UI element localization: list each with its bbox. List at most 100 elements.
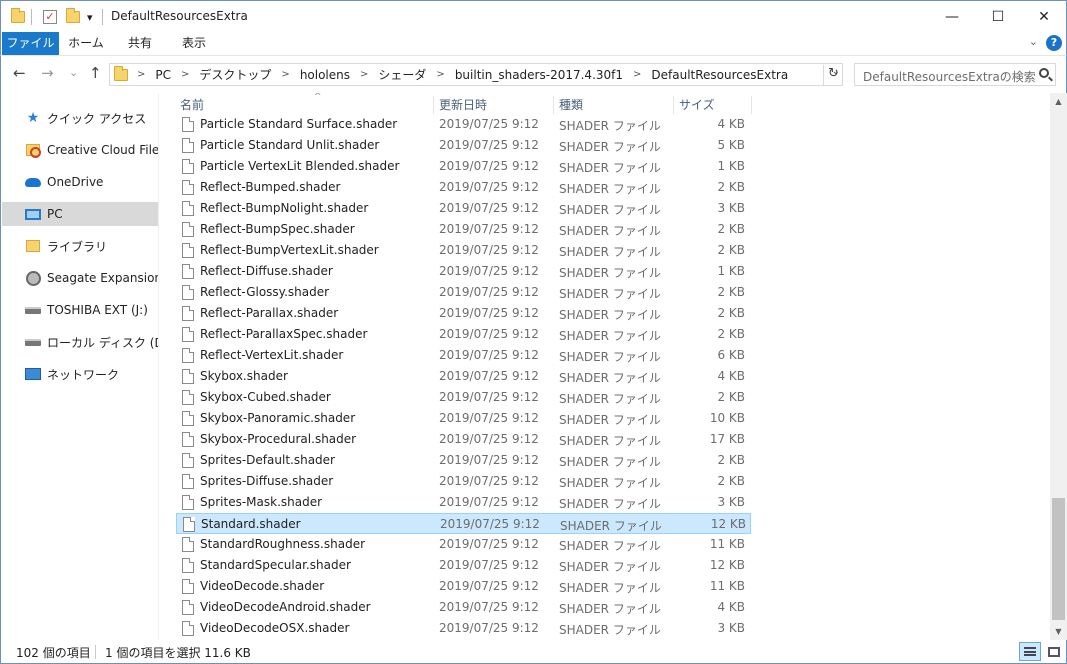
file-name: VideoDecodeOSX.shader — [200, 621, 350, 635]
file-type: SHADER ファイル — [559, 182, 661, 196]
chevron-right-icon[interactable]: > — [431, 69, 449, 80]
address-bar[interactable]: > PC > デスクトップ > hololens > シェーダ > builti… — [109, 63, 843, 86]
file-size: 12 KB — [710, 517, 746, 531]
table-row[interactable]: Particle VertexLit Blended.shader 2019/07… — [176, 156, 751, 177]
search-icon[interactable] — [1039, 68, 1049, 78]
breadcrumb-hololens[interactable]: hololens — [295, 68, 355, 82]
table-row[interactable]: Reflect-BumpVertexLit.shader 2019/07/25 9… — [176, 240, 751, 261]
table-row[interactable]: VideoDecodeOSX.shader 2019/07/25 9:12 SHAD… — [176, 618, 751, 639]
scroll-down-button[interactable]: ▼ — [1050, 623, 1067, 640]
back-button[interactable]: ← — [13, 64, 26, 82]
tab-share[interactable]: 共有 — [113, 32, 167, 55]
breadcrumb-shader[interactable]: シェーダ — [373, 66, 431, 83]
sidebar-item-local-disk[interactable]: ローカル ディスク (D:) — [2, 330, 158, 354]
column-header-name[interactable]: ^ 名前 — [175, 93, 434, 114]
sidebar-item-pc[interactable]: PC — [2, 202, 158, 226]
table-row[interactable]: Particle Standard Unlit.shader 2019/07/25… — [176, 135, 751, 156]
file-size: 4 KB — [717, 369, 745, 383]
properties-icon[interactable]: ✓ — [43, 8, 57, 26]
table-row[interactable]: Reflect-Bumped.shader 2019/07/25 9:12 SHAD… — [176, 177, 751, 198]
breadcrumb-builtin-shaders[interactable]: builtin_shaders-2017.4.30f1 — [450, 68, 628, 82]
table-row[interactable]: Reflect-Diffuse.shader 2019/07/25 9:12 SHA… — [176, 261, 751, 282]
table-row[interactable]: Skybox-Procedural.shader 2019/07/25 9:12 S… — [176, 429, 751, 450]
file-icon — [182, 495, 194, 510]
file-type: SHADER ファイル — [559, 434, 661, 448]
file-icon — [182, 159, 194, 174]
table-row[interactable]: Sprites-Diffuse.shader 2019/07/25 9:12 SHA… — [176, 471, 751, 492]
search-input[interactable]: DefaultResourcesExtraの検索 — [854, 63, 1056, 86]
file-date: 2019/07/25 9:12 — [439, 159, 539, 173]
table-row[interactable]: Particle Standard Surface.shader 2019/07/… — [176, 114, 751, 135]
table-row[interactable]: Sprites-Mask.shader 2019/07/25 9:12 SHADER… — [176, 492, 751, 513]
table-row[interactable]: Reflect-BumpSpec.shader 2019/07/25 9:12 SH… — [176, 219, 751, 240]
details-view-button[interactable] — [1019, 642, 1041, 661]
scroll-up-button[interactable]: ▲ — [1050, 93, 1067, 110]
file-icon — [182, 558, 194, 573]
file-date: 2019/07/25 9:12 — [439, 117, 539, 131]
table-row[interactable]: StandardRoughness.shader 2019/07/25 9:12 S… — [176, 534, 751, 555]
sidebar-item-label: Seagate Expansion Dr — [47, 271, 159, 285]
close-button[interactable]: ✕ — [1021, 1, 1067, 32]
sidebar-item-network[interactable]: ネットワーク — [2, 362, 158, 386]
file-type: SHADER ファイル — [559, 581, 661, 595]
table-row[interactable]: Sprites-Default.shader 2019/07/25 9:12 SHA… — [176, 450, 751, 471]
sidebar-item-quick-access[interactable]: ★ クイック アクセス — [2, 106, 158, 130]
sidebar-item-seagate[interactable]: Seagate Expansion Dr — [2, 266, 158, 290]
file-size: 6 KB — [717, 348, 745, 362]
customize-quick-access-button[interactable]: ▾ — [87, 8, 93, 26]
new-folder-icon[interactable] — [66, 8, 80, 26]
file-size: 2 KB — [717, 306, 745, 320]
table-row[interactable]: Reflect-ParallaxSpec.shader 2019/07/25 9:… — [176, 324, 751, 345]
file-date: 2019/07/25 9:12 — [439, 600, 539, 614]
chevron-right-icon[interactable]: > — [132, 69, 150, 80]
up-button[interactable]: ↑ — [89, 64, 102, 82]
vertical-scrollbar[interactable]: ▲ ▼ — [1050, 93, 1067, 640]
refresh-button[interactable]: ↻ — [823, 65, 843, 85]
file-size: 1 KB — [717, 264, 745, 278]
ribbon-expand-icon[interactable]: ⌄ — [1029, 35, 1038, 48]
file-date: 2019/07/25 9:12 — [439, 558, 539, 572]
file-name: Particle Standard Surface.shader — [200, 117, 398, 131]
table-row[interactable]: VideoDecodeAndroid.shader 2019/07/25 9:12… — [176, 597, 751, 618]
file-type: SHADER ファイル — [559, 245, 661, 259]
ribbon-tabs: ファイル ホーム 共有 表示 ⌄ ? — [0, 32, 1067, 55]
table-row[interactable]: Reflect-Glossy.shader 2019/07/25 9:12 SHAD… — [176, 282, 751, 303]
breadcrumb-pc[interactable]: PC — [150, 68, 176, 82]
table-row[interactable]: Skybox-Panoramic.shader 2019/07/25 9:12 SH… — [176, 408, 751, 429]
file-date: 2019/07/25 9:12 — [439, 348, 539, 362]
recent-locations-button[interactable]: ⌄ — [69, 66, 78, 79]
chevron-right-icon[interactable]: > — [355, 69, 373, 80]
table-row[interactable]: VideoDecode.shader 2019/07/25 9:12 SHADER … — [176, 576, 751, 597]
minimize-button[interactable]: — — [929, 1, 975, 32]
column-header-date[interactable]: 更新日時 — [434, 96, 554, 114]
chevron-right-icon[interactable]: > — [276, 69, 294, 80]
tab-view[interactable]: 表示 — [167, 32, 221, 55]
breadcrumb-current[interactable]: DefaultResourcesExtra — [646, 68, 793, 82]
maximize-button[interactable]: ☐ — [975, 1, 1021, 32]
chevron-right-icon[interactable]: > — [176, 69, 194, 80]
table-row[interactable]: Reflect-Parallax.shader 2019/07/25 9:12 SH… — [176, 303, 751, 324]
table-row[interactable]: Standard.shader 2019/07/25 9:12 SHADER ファイ… — [176, 513, 751, 534]
sidebar-item-onedrive[interactable]: OneDrive — [2, 170, 158, 194]
sidebar-item-toshiba[interactable]: TOSHIBA EXT (J:) — [2, 298, 158, 322]
file-size: 1 KB — [717, 159, 745, 173]
table-row[interactable]: Skybox-Cubed.shader 2019/07/25 9:12 SHADER… — [176, 387, 751, 408]
column-header-type[interactable]: 種類 — [554, 96, 674, 114]
chevron-right-icon[interactable]: > — [628, 69, 646, 80]
tab-file[interactable]: ファイル — [2, 32, 59, 55]
forward-button[interactable]: → — [41, 64, 54, 82]
sidebar-item-creative-cloud[interactable]: Creative Cloud Files — [2, 138, 158, 162]
table-row[interactable]: Skybox.shader 2019/07/25 9:12 SHADER ファイル 4… — [176, 366, 751, 387]
file-icon — [182, 201, 194, 216]
table-row[interactable]: Reflect-BumpNolight.shader 2019/07/25 9:1… — [176, 198, 751, 219]
sidebar-item-label: ライブラリ — [47, 239, 108, 254]
scrollbar-thumb[interactable] — [1052, 498, 1065, 620]
table-row[interactable]: StandardSpecular.shader 2019/07/25 9:12 SH… — [176, 555, 751, 576]
large-icons-view-button[interactable] — [1043, 642, 1065, 661]
breadcrumb-desktop[interactable]: デスクトップ — [194, 66, 276, 83]
help-icon[interactable]: ? — [1046, 35, 1062, 51]
column-header-size[interactable]: サイズ — [674, 96, 752, 114]
sidebar-item-library[interactable]: ライブラリ — [2, 234, 158, 258]
tab-home[interactable]: ホーム — [59, 32, 113, 55]
table-row[interactable]: Reflect-VertexLit.shader 2019/07/25 9:12 S… — [176, 345, 751, 366]
